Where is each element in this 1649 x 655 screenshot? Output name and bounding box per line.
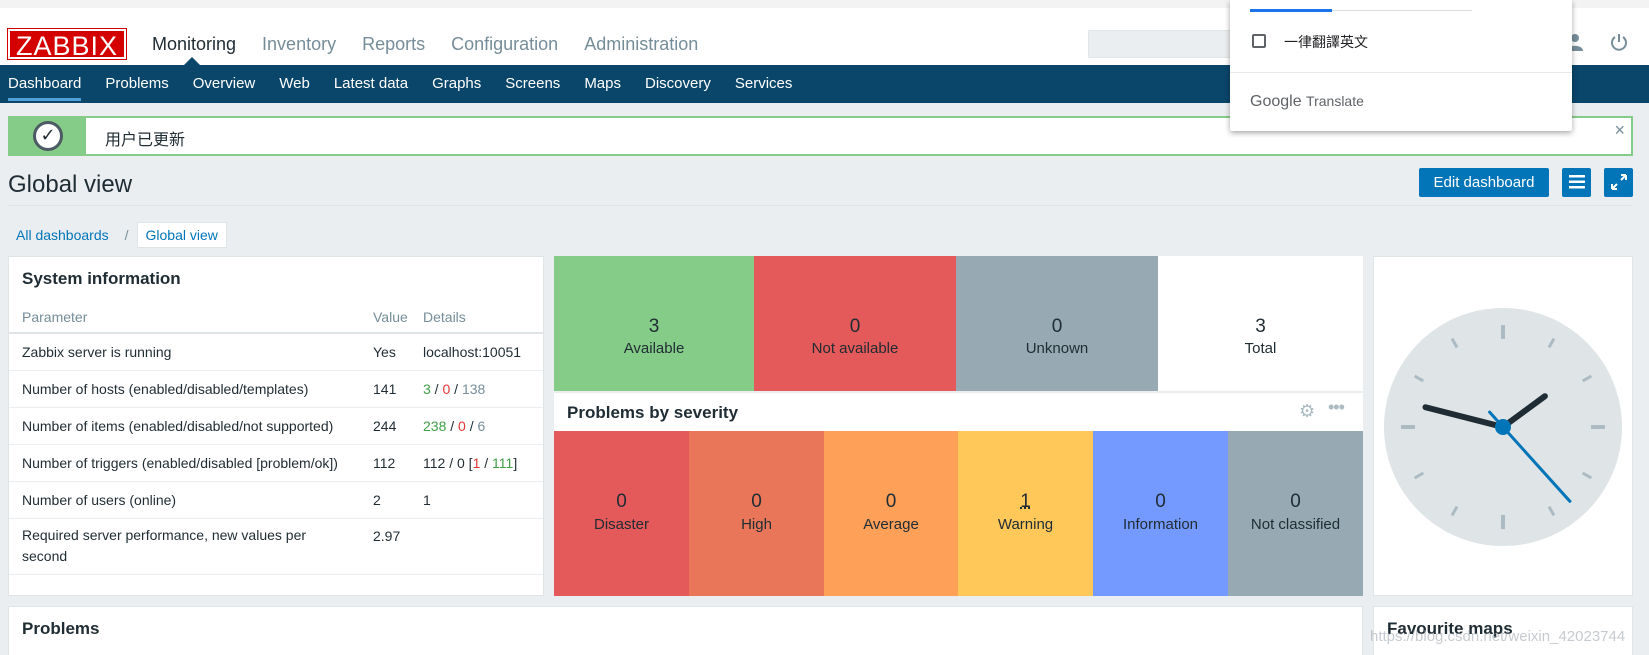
edit-dashboard-button[interactable]: Edit dashboard [1419, 168, 1549, 197]
table-row: Number of triggers (enabled/disabled [pr… [9, 444, 543, 482]
search-input[interactable] [1088, 30, 1238, 58]
watermark: https://blog.csdn.net/weixin_42023744 [1370, 628, 1626, 645]
system-info-table: Parameter Value Details Zabbix server is… [9, 301, 543, 575]
sub-menu-services[interactable]: Services [735, 74, 793, 101]
main-menu-monitoring[interactable]: Monitoring [152, 34, 236, 55]
sub-menu-screens[interactable]: Screens [505, 74, 560, 101]
power-icon[interactable] [1608, 33, 1630, 55]
always-translate-checkbox[interactable] [1252, 34, 1266, 48]
message-text: 用户已更新 [105, 130, 186, 149]
severity-disaster[interactable]: 0 Disaster [554, 431, 689, 596]
severity-warning[interactable]: 1 Warning [958, 431, 1093, 596]
breadcrumb-separator: / [124, 227, 129, 243]
table-row: Number of items (enabled/disabled/not su… [9, 407, 543, 445]
problems-by-severity-widget: Problems by severity ⚙ ••• 0 Disaster 0 … [554, 393, 1363, 596]
translate-tab-active[interactable] [1250, 9, 1332, 12]
table-row: Number of hosts (enabled/disabled/templa… [9, 370, 543, 408]
widget-title: System information [22, 269, 181, 288]
clock-widget [1373, 256, 1633, 596]
problems-widget: Problems [8, 606, 1363, 655]
main-menu-reports[interactable]: Reports [362, 34, 425, 55]
sub-menu-latest-data[interactable]: Latest data [334, 74, 408, 101]
gear-icon[interactable]: ⚙ [1299, 401, 1315, 422]
main-menu-inventory[interactable]: Inventory [262, 34, 336, 55]
sub-menu-dashboard[interactable]: Dashboard [8, 74, 82, 101]
column-header: Parameter [9, 301, 373, 334]
main-menu-administration[interactable]: Administration [584, 34, 698, 55]
availability-total[interactable]: 3 Total [1158, 256, 1363, 391]
header-divider [8, 205, 1633, 206]
widget-title: Problems by severity [567, 403, 739, 422]
more-icon[interactable]: ••• [1328, 397, 1345, 418]
main-menu: Monitoring Inventory Reports Configurati… [152, 34, 698, 55]
close-icon[interactable]: × [1614, 120, 1625, 141]
zabbix-logo[interactable]: ZABBIX [7, 28, 127, 61]
table-row: Zabbix server is running Yes localhost:1… [9, 333, 543, 371]
sub-menu-graphs[interactable]: Graphs [432, 74, 481, 101]
submenu-pointer [184, 57, 200, 65]
severity-average[interactable]: 0 Average [824, 431, 958, 596]
column-header: Details [423, 301, 543, 334]
check-icon: ✓ [33, 121, 63, 151]
main-menu-configuration[interactable]: Configuration [451, 34, 558, 55]
always-translate-label[interactable]: 一律翻譯英文 [1284, 32, 1368, 52]
sub-menu-maps[interactable]: Maps [584, 74, 621, 101]
page-title: Global view [8, 171, 133, 198]
translate-popup: 一律翻譯英文 Google Translate [1230, 0, 1572, 131]
availability-unknown[interactable]: 0 Unknown [956, 256, 1158, 391]
widget-title: Problems [22, 619, 100, 638]
breadcrumb-current[interactable]: Global view [136, 222, 227, 248]
google-translate-brand: Google Translate [1250, 93, 1364, 110]
severity-high[interactable]: 0 High [689, 431, 824, 596]
menu-icon[interactable] [1562, 168, 1591, 197]
sub-menu-discovery[interactable]: Discovery [645, 74, 711, 101]
table-header-row: Parameter Value Details [9, 301, 543, 334]
breadcrumb-all-dashboards[interactable]: All dashboards [8, 223, 117, 247]
fullscreen-icon[interactable] [1604, 168, 1633, 197]
system-information-widget: System information Parameter Value Detai… [8, 256, 544, 596]
severity-not-classified[interactable]: 0 Not classified [1228, 431, 1363, 596]
table-row: Number of users (online) 2 1 [9, 481, 543, 519]
severity-information[interactable]: 0 Information [1093, 431, 1228, 596]
host-availability-widget: 3 Available 0 Not available 0 Unknown 3 … [554, 256, 1363, 391]
breadcrumb: All dashboards / Global view [8, 222, 227, 248]
column-header: Value [373, 301, 423, 334]
sub-menu-problems[interactable]: Problems [105, 74, 168, 101]
translate-divider [1230, 72, 1572, 73]
analog-clock [1384, 308, 1622, 546]
sub-menu-web[interactable]: Web [279, 74, 310, 101]
availability-not-available[interactable]: 0 Not available [754, 256, 956, 391]
sub-menu-overview[interactable]: Overview [193, 74, 256, 101]
table-row: Required server performance, new values … [9, 518, 543, 575]
clock-center [1495, 419, 1511, 435]
availability-available[interactable]: 3 Available [554, 256, 754, 391]
